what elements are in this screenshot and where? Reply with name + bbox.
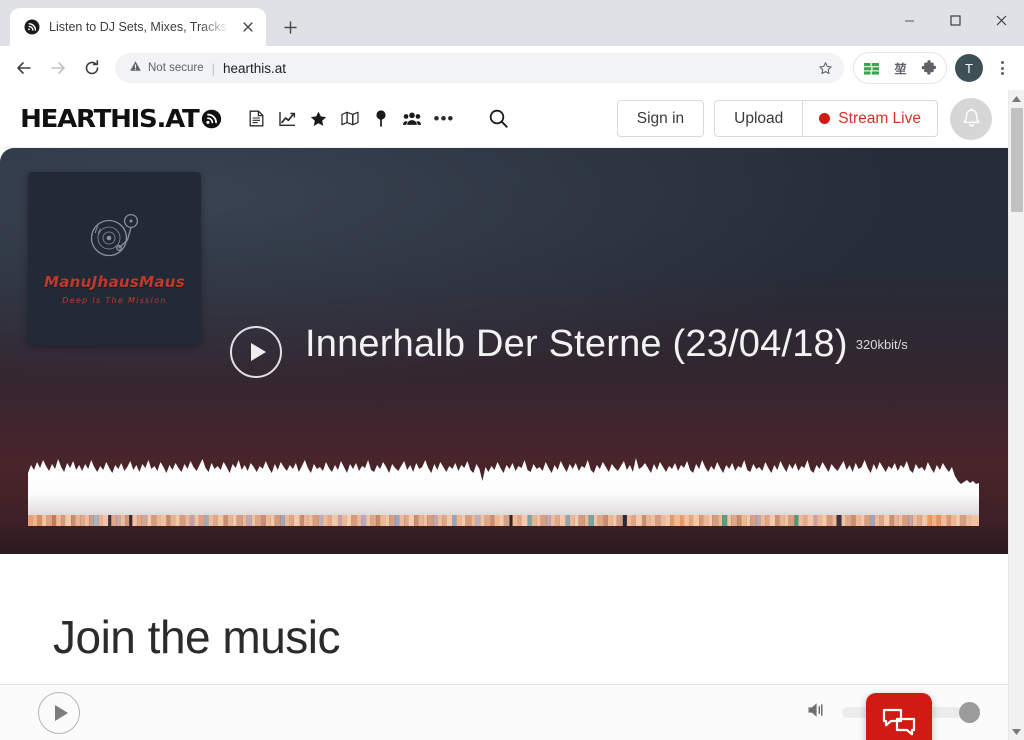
star-icon[interactable] [310, 110, 328, 128]
hearthis-page: HEARTHIS.AT ••• Sign in Upload Stream Li… [0, 90, 1008, 740]
live-dot-icon [819, 113, 831, 124]
window-controls [886, 0, 1024, 40]
play-triangle-icon [251, 343, 266, 361]
waveform-graph[interactable] [28, 451, 979, 515]
svg-text:堃: 堃 [893, 61, 906, 76]
tab-strip: Listen to DJ Sets, Mixes, Tracks an [0, 0, 1024, 46]
scroll-down-arrow[interactable] [1009, 723, 1024, 740]
not-secure-indicator[interactable]: Not secure [129, 60, 204, 76]
chat-bubbles-icon [882, 708, 916, 740]
track-artwork[interactable]: ManuJhausMaus Deep Is The Mission [28, 172, 201, 345]
url-text: hearthis.at [223, 60, 287, 76]
warning-triangle-icon [129, 60, 142, 76]
sign-in-button[interactable]: Sign in [616, 100, 705, 137]
tab-title: Listen to DJ Sets, Mixes, Tracks an [49, 20, 229, 34]
hero-content: ManuJhausMaus Deep Is The Mission Innerh… [0, 148, 1008, 554]
player-bar [0, 684, 1008, 740]
address-bar[interactable]: Not secure | hearthis.at [115, 53, 844, 83]
location-pin-icon[interactable] [372, 110, 390, 128]
feed-icon[interactable] [248, 110, 266, 128]
trending-chart-icon[interactable] [279, 110, 297, 128]
tab-close-icon[interactable] [238, 17, 258, 37]
stream-live-button[interactable]: Stream Live [802, 100, 938, 137]
browser-tab[interactable]: Listen to DJ Sets, Mixes, Tracks an [10, 8, 266, 46]
waveform[interactable] [28, 451, 979, 529]
browser-toolbar: Not secure | hearthis.at 堃 T [0, 46, 1024, 90]
close-button[interactable] [978, 0, 1024, 40]
header-actions: Sign in Upload Stream Live [616, 97, 992, 140]
reload-icon[interactable] [76, 52, 108, 84]
new-tab-button[interactable] [276, 13, 304, 41]
track-hero: ManuJhausMaus Deep Is The Mission Innerh… [0, 148, 1008, 554]
extensions-group: 堃 [853, 52, 947, 84]
speaker-icon[interactable] [807, 701, 829, 724]
site-logo[interactable]: HEARTHIS.AT [20, 104, 221, 133]
join-section: Join the music [0, 554, 1008, 664]
hearthis-favicon [24, 19, 40, 35]
site-header: HEARTHIS.AT ••• Sign in Upload Stream Li… [0, 90, 1008, 148]
browser-window: Listen to DJ Sets, Mixes, Tracks an Not … [0, 0, 1024, 740]
map-icon[interactable] [340, 110, 359, 128]
artwork-title: ManuJhausMaus [44, 273, 185, 291]
site-logo-text: HEARTHIS.AT [20, 104, 200, 133]
player-play-button[interactable] [38, 691, 80, 734]
upload-button[interactable]: Upload [714, 100, 803, 137]
logo-wave-icon [201, 108, 222, 130]
join-title: Join the music [53, 611, 341, 663]
waveform-spectrum [28, 515, 979, 526]
bell-icon[interactable] [950, 97, 992, 140]
back-arrow-icon[interactable] [8, 52, 40, 84]
scrollbar-thumb[interactable] [1011, 108, 1023, 212]
bookmark-star-icon[interactable] [812, 55, 838, 81]
page-scrollbar[interactable] [1008, 90, 1024, 740]
turntable-icon [85, 212, 145, 265]
security-text: Not secure [148, 62, 204, 74]
minimize-button[interactable] [886, 0, 932, 40]
forward-arrow-icon[interactable] [42, 52, 74, 84]
artwork-subtitle: Deep Is The Mission [62, 296, 167, 305]
upload-stream-group: Upload Stream Live [714, 100, 938, 137]
page-viewport: HEARTHIS.AT ••• Sign in Upload Stream Li… [0, 90, 1024, 740]
puzzle-extension-icon[interactable] [916, 55, 942, 81]
script-extension-icon[interactable]: 堃 [887, 55, 913, 81]
site-nav: ••• [248, 110, 455, 128]
omnibox-separator: | [211, 60, 215, 76]
maximize-button[interactable] [932, 0, 978, 40]
grid-extension-icon[interactable] [858, 55, 884, 81]
track-title: Innerhalb Der Sterne (23/04/18) 320kbit/s [305, 320, 945, 369]
three-dot-menu-icon[interactable] [988, 52, 1016, 84]
profile-avatar[interactable]: T [955, 54, 983, 82]
volume-slider-knob[interactable] [959, 702, 980, 723]
more-dots-icon[interactable]: ••• [434, 110, 455, 127]
chat-widget-button[interactable] [866, 693, 932, 740]
track-title-text: Innerhalb Der Sterne (23/04/18) [305, 323, 848, 365]
search-icon[interactable] [488, 109, 508, 129]
play-triangle-icon [54, 704, 68, 721]
scroll-up-arrow[interactable] [1009, 90, 1024, 107]
stream-live-label: Stream Live [838, 109, 921, 127]
bitrate-badge: 320kbit/s [855, 337, 908, 352]
groups-icon[interactable] [402, 110, 421, 128]
hero-play-button[interactable] [230, 326, 282, 378]
